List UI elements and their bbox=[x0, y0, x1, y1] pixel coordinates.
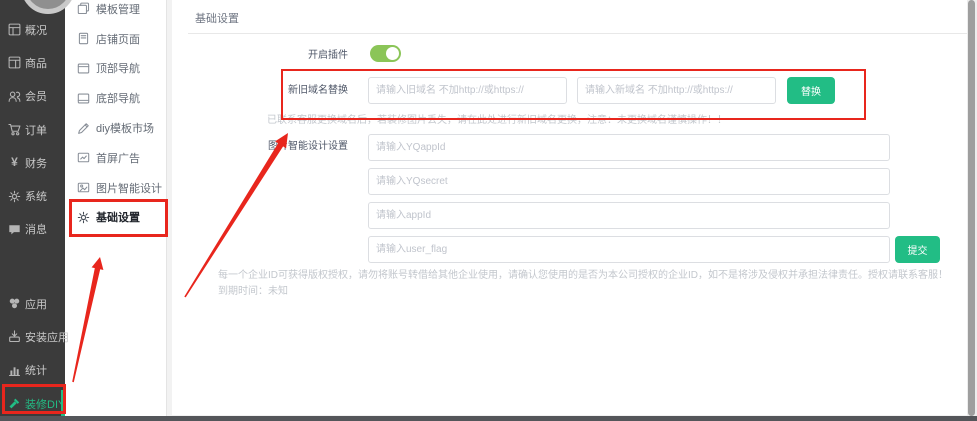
submenu-item-bottom-nav-label: 底部导航 bbox=[96, 90, 140, 106]
sidebar-item-apps-label: 应用 bbox=[25, 296, 47, 312]
plugin-toggle[interactable] bbox=[370, 45, 401, 62]
image-design-label: 图片智能设计设置 bbox=[172, 137, 348, 152]
submenu-item-image-smart-design[interactable]: 图片智能设计 bbox=[65, 173, 166, 203]
plugin-label: 开启插件 bbox=[172, 46, 348, 61]
submenu-item-diy-template-market[interactable]: diy模板市场 bbox=[65, 113, 166, 143]
sidebar-item-install-apps-label: 安装应用 bbox=[25, 329, 69, 345]
submenu-item-basic-settings-label: 基础设置 bbox=[96, 209, 140, 225]
domain-replace-label: 新旧域名替换 bbox=[172, 81, 348, 96]
dashboard-icon bbox=[8, 23, 21, 36]
appid-input[interactable] bbox=[368, 202, 890, 229]
chat-bubble-icon bbox=[8, 223, 21, 236]
scrollbar-track[interactable] bbox=[967, 0, 977, 416]
sidebar-item-orders-label: 订单 bbox=[25, 122, 47, 138]
sidebar-item-finance[interactable]: ¥ 财务 bbox=[0, 146, 65, 179]
yen-icon: ¥ bbox=[8, 156, 21, 169]
submenu-item-splash-ad-label: 首屏广告 bbox=[96, 150, 140, 166]
replace-button[interactable]: 替换 bbox=[787, 77, 835, 104]
sidebar-item-statistics[interactable]: 统计 bbox=[0, 354, 65, 387]
submenu-item-top-nav-label: 顶部导航 bbox=[96, 60, 140, 76]
image-ad-icon bbox=[77, 151, 90, 164]
hammer-icon bbox=[8, 397, 21, 410]
sidebar-bottom-group: 应用安装应用统计装修DIY bbox=[0, 287, 65, 420]
cart-icon bbox=[8, 123, 21, 136]
gears-icon bbox=[8, 190, 21, 203]
page-icon bbox=[77, 32, 90, 45]
submenu-item-top-nav[interactable]: 顶部导航 bbox=[65, 54, 166, 84]
yqsecret-input[interactable] bbox=[368, 168, 890, 195]
domain-help-text: 已联系客服更换域名后，若装修图片丢失，请在此处进行新旧域名更换，注意：未更换域名… bbox=[267, 111, 727, 126]
sidebar-item-messages-label: 消息 bbox=[25, 221, 47, 237]
submenu-item-image-smart-design-label: 图片智能设计 bbox=[96, 180, 162, 196]
sidebar-item-system-label: 系统 bbox=[25, 188, 47, 204]
sidebar-top-group: 概况商品会员订单 ¥ 财务系统消息 bbox=[0, 13, 65, 246]
sidebar-item-statistics-label: 统计 bbox=[25, 362, 47, 378]
panel-header: 基础设置 bbox=[172, 0, 968, 33]
submenu-item-template-manage[interactable]: 模板管理 bbox=[65, 0, 166, 24]
sidebar-item-overview[interactable]: 概况 bbox=[0, 13, 65, 46]
license-help-text: 每一个企业ID可获得版权授权，请勿将账号转借给其他企业使用，请确认您使用的是否为… bbox=[218, 266, 948, 281]
new-domain-input[interactable] bbox=[577, 77, 776, 104]
yqappid-input[interactable] bbox=[368, 134, 890, 161]
sidebar-item-apps[interactable]: 应用 bbox=[0, 287, 65, 320]
submenu-list: 模板管理店铺页面顶部导航底部导航 diy模板市场首屏广告图片智能设计基础设置 bbox=[65, 0, 166, 232]
submenu-item-shop-pages-label: 店铺页面 bbox=[96, 31, 140, 47]
sidebar-item-decorate-diy-label: 装修DIY bbox=[25, 396, 65, 412]
submenu: 模板管理店铺页面顶部导航底部导航 diy模板市场首屏广告图片智能设计基础设置 bbox=[65, 0, 167, 416]
apps-icon bbox=[8, 297, 21, 310]
settings-panel: 基础设置 开启插件 新旧域名替换 替换 已联系客服更换域名后，若装修图片丢失，请… bbox=[172, 0, 968, 415]
pen-icon bbox=[77, 122, 90, 135]
header-divider bbox=[188, 33, 968, 34]
expire-time-text: 到期时间：未知 bbox=[218, 282, 288, 297]
sidebar-item-members[interactable]: 会员 bbox=[0, 80, 65, 113]
old-domain-input[interactable] bbox=[368, 77, 567, 104]
layers-icon bbox=[77, 2, 90, 15]
sidebar-item-system[interactable]: 系统 bbox=[0, 179, 65, 212]
sidebar-item-install-apps[interactable]: 安装应用 bbox=[0, 320, 65, 353]
submenu-item-basic-settings[interactable]: 基础设置 bbox=[65, 203, 166, 233]
sidebar-item-overview-label: 概况 bbox=[25, 22, 47, 38]
sidebar-item-goods[interactable]: 商品 bbox=[0, 46, 65, 79]
bottom-nav-icon bbox=[77, 92, 90, 105]
sidebar-item-orders[interactable]: 订单 bbox=[0, 113, 65, 146]
sidebar-item-messages[interactable]: 消息 bbox=[0, 213, 65, 246]
user-flag-input[interactable] bbox=[368, 236, 890, 263]
sidebar-item-finance-label: 财务 bbox=[25, 155, 47, 171]
gear-icon bbox=[77, 211, 90, 224]
page-title: 基础设置 bbox=[195, 10, 239, 26]
goods-icon bbox=[8, 56, 21, 69]
toggle-knob bbox=[386, 47, 399, 60]
bar-chart-icon bbox=[8, 364, 21, 377]
submenu-item-splash-ad[interactable]: 首屏广告 bbox=[65, 143, 166, 173]
members-icon bbox=[8, 90, 21, 103]
image-design-icon bbox=[77, 181, 90, 194]
submit-button[interactable]: 提交 bbox=[895, 236, 940, 263]
sidebar-item-goods-label: 商品 bbox=[25, 55, 47, 71]
submenu-item-bottom-nav[interactable]: 底部导航 bbox=[65, 83, 166, 113]
sidebar-item-members-label: 会员 bbox=[25, 88, 47, 104]
submenu-item-diy-template-market-label: diy模板市场 bbox=[96, 120, 154, 136]
submenu-item-shop-pages[interactable]: 店铺页面 bbox=[65, 24, 166, 54]
top-nav-icon bbox=[77, 62, 90, 75]
submenu-item-template-manage-label: 模板管理 bbox=[96, 1, 140, 17]
sidebar: 概况商品会员订单 ¥ 财务系统消息 应用安装应用统计装修DIY bbox=[0, 0, 65, 416]
page: 概况商品会员订单 ¥ 财务系统消息 应用安装应用统计装修DIY 模板管理店铺页面顶部… bbox=[0, 0, 977, 421]
install-icon bbox=[8, 330, 21, 343]
window-bottom-edge bbox=[0, 416, 977, 421]
scrollbar-thumb[interactable] bbox=[968, 0, 975, 416]
